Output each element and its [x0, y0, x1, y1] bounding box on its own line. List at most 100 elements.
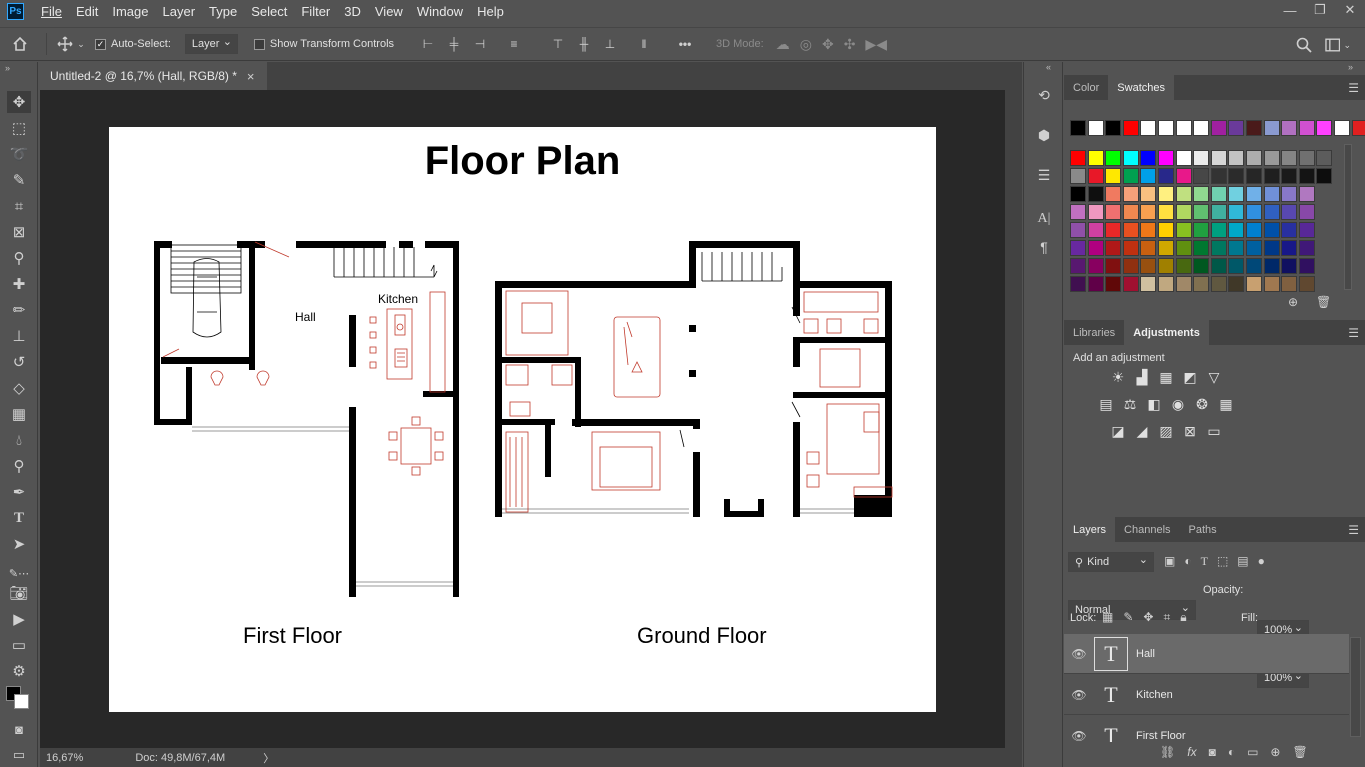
color-swatch[interactable] [1070, 150, 1086, 166]
color-swatch[interactable] [1210, 240, 1227, 256]
color-swatch[interactable] [1158, 276, 1174, 292]
color-swatch[interactable] [1140, 258, 1157, 274]
color-swatch[interactable] [1246, 222, 1262, 238]
color-swatch[interactable] [1210, 276, 1227, 292]
menu-layer[interactable]: Layer [156, 4, 203, 19]
color-swatch[interactable] [1140, 120, 1157, 136]
color-swatch[interactable] [1298, 150, 1315, 166]
color-swatch[interactable] [1140, 168, 1157, 184]
color-swatch[interactable] [1087, 150, 1104, 166]
color-swatch[interactable] [1228, 168, 1245, 184]
gradient-tool-icon[interactable]: ▦ [7, 403, 31, 425]
link-layers-icon[interactable]: ⛓ [1160, 745, 1175, 759]
paragraph-panel-icon[interactable]: ¶ [1033, 236, 1055, 258]
color-swatch[interactable] [1105, 258, 1122, 274]
align-hcenter-icon[interactable]: ╪ [446, 37, 462, 51]
align-left-icon[interactable]: ⊢ [420, 37, 436, 51]
delete-layer-icon[interactable]: 🗑︎ [1292, 745, 1307, 759]
color-swatch[interactable] [1263, 150, 1280, 166]
vertical-scrollbar[interactable] [1005, 90, 1022, 748]
color-swatch[interactable] [1175, 276, 1192, 292]
selective-color-icon[interactable]: ⊠ [1181, 422, 1199, 440]
home-icon[interactable] [0, 36, 40, 52]
color-swatch[interactable] [1175, 240, 1192, 256]
color-swatch[interactable] [1246, 168, 1262, 184]
dodge-tool-icon[interactable]: ⚲ [7, 455, 31, 477]
color-swatch[interactable] [1105, 276, 1122, 292]
color-swatch[interactable] [1263, 240, 1280, 256]
layer-name[interactable]: First Floor [1136, 730, 1186, 742]
gradient-map-icon[interactable]: ▭ [1205, 422, 1223, 440]
color-swatch[interactable] [1281, 204, 1298, 220]
3d-scale-icon[interactable]: ▶◀ [865, 36, 887, 53]
color-swatch[interactable] [1087, 186, 1104, 202]
color-swatch[interactable] [1158, 204, 1174, 220]
color-swatch[interactable] [1175, 258, 1192, 274]
color-swatch[interactable] [1070, 168, 1086, 184]
color-swatch[interactable] [1070, 120, 1086, 136]
menu-type[interactable]: Type [202, 4, 244, 19]
color-swatch[interactable] [1298, 258, 1315, 274]
color-swatch[interactable] [1087, 204, 1104, 220]
color-swatch[interactable] [1158, 168, 1174, 184]
brightness-icon[interactable]: ☀ [1109, 368, 1127, 386]
layer-row-first-floor[interactable]: 👁︎ T First Floor [1064, 716, 1349, 743]
color-swatch[interactable] [1087, 276, 1104, 292]
screen-mode-icon[interactable]: ▭ [7, 634, 31, 656]
color-swatch[interactable] [1070, 186, 1086, 202]
color-swatch[interactable] [1281, 186, 1298, 202]
color-swatch[interactable] [1246, 258, 1262, 274]
brush-tool-icon[interactable]: ✏ [7, 299, 31, 321]
color-swatch[interactable] [1087, 120, 1104, 136]
vibrance-icon[interactable]: ▽ [1205, 368, 1223, 386]
delete-swatch-icon[interactable]: 🗑︎ [1316, 295, 1331, 309]
levels-icon[interactable]: ▟ [1133, 368, 1151, 386]
color-swatch[interactable] [1263, 276, 1280, 292]
zoom-level[interactable]: 16,67% [46, 752, 83, 764]
quick-select-tool-icon[interactable]: ✎ [7, 169, 31, 191]
color-swatch[interactable] [1087, 240, 1104, 256]
stamp-tool-icon[interactable]: ⊥ [7, 325, 31, 347]
tab-adjustments[interactable]: Adjustments [1124, 320, 1209, 345]
collapse-column-icon[interactable]: « [1046, 62, 1051, 72]
settings-gear-icon[interactable]: ⚙ [7, 660, 31, 682]
color-balance-icon[interactable]: ⚖ [1121, 395, 1139, 413]
color-swatch[interactable] [1140, 222, 1157, 238]
new-layer-icon[interactable]: ⊕ [1270, 745, 1280, 759]
color-swatch[interactable] [1281, 150, 1298, 166]
color-swatch[interactable] [1070, 222, 1086, 238]
filter-adjustment-icon[interactable]: ◐ [1184, 554, 1191, 569]
color-swatch[interactable] [1122, 186, 1139, 202]
color-swatch[interactable] [1281, 222, 1298, 238]
color-swatch[interactable] [1228, 240, 1245, 256]
3d-orbit-icon[interactable]: ☁ [776, 36, 790, 53]
color-swatch[interactable] [1122, 168, 1139, 184]
color-lookup-icon[interactable]: ▦ [1217, 395, 1235, 413]
color-swatch[interactable] [1210, 150, 1227, 166]
eye-icon[interactable]: 👁︎ [1064, 688, 1094, 702]
color-swatch[interactable] [1210, 204, 1227, 220]
filter-toggle-icon[interactable]: ● [1258, 554, 1265, 569]
color-swatch[interactable] [1193, 186, 1210, 202]
filter-shape-icon[interactable]: ⬚ [1217, 554, 1228, 569]
align-top-icon[interactable]: ⊤ [550, 37, 566, 51]
layer-name[interactable]: Hall [1136, 648, 1155, 660]
hue-saturation-icon[interactable]: ▤ [1097, 395, 1115, 413]
path-select-tool-icon[interactable]: ➤ [7, 533, 31, 555]
color-swatch[interactable] [1122, 120, 1139, 136]
edit-toolbar-icon[interactable]: ✎⋯ [7, 562, 31, 584]
move-tool-preset-icon[interactable]: ⌄ [53, 36, 89, 52]
healing-brush-tool-icon[interactable]: ✚ [7, 273, 31, 295]
color-swatch[interactable] [1105, 222, 1122, 238]
color-swatch[interactable] [1087, 222, 1104, 238]
color-swatch[interactable] [1158, 120, 1174, 136]
document-canvas[interactable]: Floor Plan Hall Kitchen First Floor Grou… [109, 127, 936, 712]
color-swatch[interactable] [1298, 120, 1315, 136]
color-swatch[interactable] [1193, 222, 1210, 238]
lock-position-icon[interactable]: ✥ [1143, 610, 1153, 625]
color-swatch[interactable] [1263, 186, 1280, 202]
filter-smart-object-icon[interactable]: ▤ [1237, 554, 1248, 569]
color-swatch[interactable] [1193, 276, 1210, 292]
tab-layers[interactable]: Layers [1064, 517, 1116, 542]
curves-icon[interactable]: ▦ [1157, 368, 1175, 386]
